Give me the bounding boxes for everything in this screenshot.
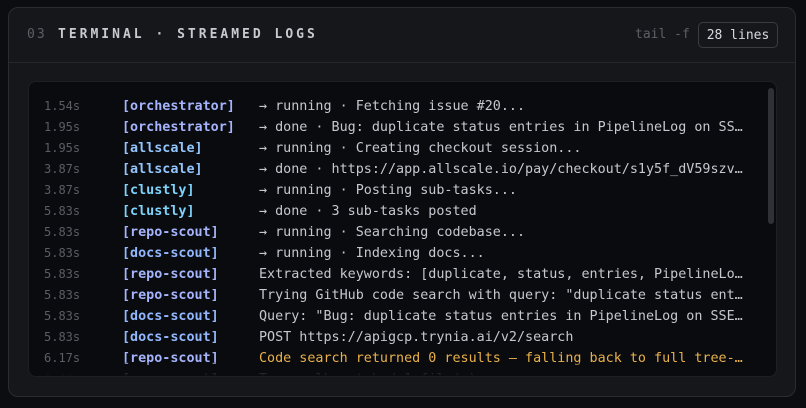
log-timestamp: 1.54s <box>44 99 81 113</box>
log-message: → done · https://app.allscale.io/pay/che… <box>259 162 747 177</box>
log-source: [docs-scout] <box>122 309 219 324</box>
log-row: 5.83s [clustly] → done · 3 sub-tasks poste… <box>29 201 776 222</box>
panel-header: 03 TERMINAL · STREAMED LOGS tail -f 28 l… <box>9 8 795 63</box>
line-count-badge: 28 lines <box>698 22 778 48</box>
log-message: POST https://apigcp.trynia.ai/v2/search <box>259 330 574 345</box>
log-list: 1.54s [orchestrator] → running · Fetching … <box>29 96 776 376</box>
log-source: [docs-scout] <box>122 330 219 345</box>
panel-number: 03 <box>27 27 47 42</box>
log-source: [clustly] <box>122 183 195 198</box>
log-timestamp: 5.83s <box>44 330 81 344</box>
log-source: [orchestrator] <box>122 99 235 114</box>
log-timestamp: 5.83s <box>44 288 81 302</box>
log-message: → done · 3 sub-tasks posted <box>259 204 477 219</box>
log-source: [allscale] <box>122 141 203 156</box>
log-source: [orchestrator] <box>122 120 235 135</box>
log-message: Trying GitHub code search with query: "d… <box>259 288 747 303</box>
log-timestamp: 1.95s <box>44 141 81 155</box>
log-message: → running · Creating checkout session... <box>259 141 582 156</box>
terminal-panel: 03 TERMINAL · STREAMED LOGS tail -f 28 l… <box>8 7 796 397</box>
log-row: 5.83s [docs-scout] Query: "Bug: duplicate … <box>29 306 776 327</box>
log-row: 1.54s [orchestrator] → running · Fetching … <box>29 96 776 117</box>
scrollbar-thumb[interactable] <box>768 88 774 224</box>
log-timestamp: 5.83s <box>44 246 81 260</box>
log-message: Query: "Bug: duplicate status entries in… <box>259 309 747 324</box>
log-source: [repo-scout] <box>122 225 219 240</box>
log-row: 1.95s [allscale] → running · Creating chec… <box>29 138 776 159</box>
log-message: Extracted keywords: [duplicate, status, … <box>259 267 747 282</box>
log-source: [repo-scout] <box>122 267 219 282</box>
log-source: [docs-scout] <box>122 246 219 261</box>
log-message: → done · Bug: duplicate status entries i… <box>259 120 747 135</box>
log-source: [allscale] <box>122 162 203 177</box>
log-row: 1.95s [orchestrator] → done · Bug: duplica… <box>29 117 776 138</box>
log-timestamp: 3.87s <box>44 162 81 176</box>
log-message: → running · Searching codebase... <box>259 225 526 240</box>
log-source: [repo-scout] <box>122 288 219 303</box>
log-source: [clustly] <box>122 204 195 219</box>
log-row: 5.83s [repo-scout] Trying GitHub code sear… <box>29 285 776 306</box>
log-message: → running · Indexing docs... <box>259 246 485 261</box>
panel-title: TERMINAL · STREAMED LOGS <box>58 27 318 42</box>
log-message: → running · Posting sub-tasks... <box>259 183 517 198</box>
log-row: 3.87s [clustly] → running · Posting sub-ta… <box>29 180 776 201</box>
log-viewport[interactable]: 1.54s [orchestrator] → running · Fetching … <box>28 81 777 377</box>
log-row: 5.83s [repo-scout] → running · Searching c… <box>29 222 776 243</box>
log-timestamp: 3.87s <box>44 183 81 197</box>
tail-command-label: tail -f <box>635 27 690 42</box>
log-timestamp: 5.83s <box>44 225 81 239</box>
log-timestamp: 5.83s <box>44 267 81 281</box>
log-message: → running · Fetching issue #20... <box>259 99 526 114</box>
log-row: 5.83s [repo-scout] Extracted keywords: [du… <box>29 264 776 285</box>
bottom-fade <box>29 362 776 376</box>
log-timestamp: 5.83s <box>44 309 81 323</box>
log-row: 5.83s [docs-scout] POST https://apigcp.try… <box>29 327 776 348</box>
log-row: 3.87s [allscale] → done · https://app.alls… <box>29 159 776 180</box>
log-timestamp: 5.83s <box>44 204 81 218</box>
log-row: 5.83s [docs-scout] → running · Indexing do… <box>29 243 776 264</box>
log-timestamp: 1.95s <box>44 120 81 134</box>
